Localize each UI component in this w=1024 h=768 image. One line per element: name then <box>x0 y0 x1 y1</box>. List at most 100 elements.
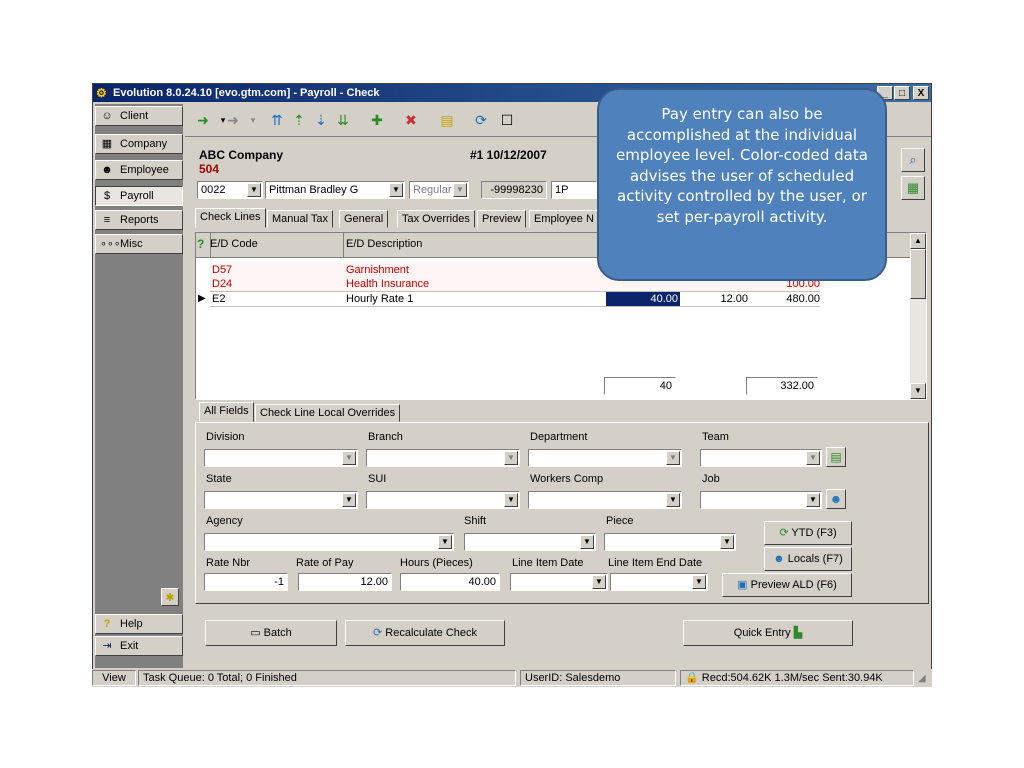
scroll-thumb[interactable] <box>910 249 926 299</box>
ed-description-cell[interactable]: Garnishment <box>346 263 409 277</box>
quick-entry-button[interactable]: Quick Entry ▙ <box>683 620 853 646</box>
chevron-down-icon[interactable]: ▼ <box>692 575 706 589</box>
sidebar-item-client[interactable]: ☺ Client <box>95 106 183 126</box>
scroll-up-icon[interactable]: ▲ <box>910 233 926 249</box>
locals-label: Locals (F7) <box>787 553 843 565</box>
hours-field[interactable]: 40.00 <box>400 573 500 591</box>
ed-description-cell[interactable]: Health Insurance <box>346 277 429 291</box>
state-select[interactable]: ▼ <box>204 491 358 509</box>
ed-description-cell[interactable]: Hourly Rate 1 <box>346 292 413 306</box>
scroll-down-icon[interactable]: ▼ <box>910 383 926 399</box>
insert-icon[interactable]: ✚ <box>367 110 387 130</box>
ed-code-cell[interactable]: E2 <box>212 292 225 306</box>
first-record-icon[interactable]: ⇈ <box>267 110 287 130</box>
agency-select[interactable]: ▼ <box>204 533 454 551</box>
next-record-icon[interactable]: ⇣ <box>311 110 331 130</box>
rate-cell[interactable]: 12.00 <box>684 292 748 306</box>
chevron-down-icon[interactable]: ▼ <box>453 183 467 197</box>
amount-cell[interactable]: 480.00 <box>750 292 820 306</box>
help-button[interactable]: ? Help <box>95 614 183 634</box>
dbdt-lookup-icon[interactable]: ▤ <box>826 447 846 467</box>
workers-comp-select[interactable]: ▼ <box>528 491 682 509</box>
sidebar-item-employee[interactable]: ☻ Employee <box>95 160 183 180</box>
grid-scrollbar[interactable]: ▲ ▼ <box>910 233 926 399</box>
chevron-down-icon[interactable]: ▼ <box>342 493 356 507</box>
tab-tax-overrides[interactable]: Tax Overrides <box>397 210 475 228</box>
resize-grip-icon[interactable]: ◢ <box>918 673 926 684</box>
chevron-down-icon[interactable]: ▼ <box>666 451 680 465</box>
lightbulb-icon[interactable]: ✱ <box>161 588 179 606</box>
sidebar-item-reports[interactable]: ≡ Reports <box>95 210 183 230</box>
tab-general[interactable]: General <box>339 210 389 228</box>
help-icon: ? <box>103 618 111 630</box>
delete-icon[interactable]: ✖ <box>401 110 421 130</box>
recalculate-check-button[interactable]: ⟳ Recalculate Check <box>345 620 505 646</box>
job-lookup-icon[interactable]: ☻ <box>826 489 846 509</box>
sidebar-item-payroll[interactable]: $ Payroll <box>95 186 183 206</box>
view-button[interactable]: View <box>92 670 136 686</box>
line-item-date-field[interactable]: ▼ <box>510 573 608 591</box>
check-type-select[interactable]: Regular ▼ <box>409 181 469 199</box>
chevron-down-icon[interactable]: ▼ <box>806 451 820 465</box>
search-icon[interactable]: ⌕ <box>901 148 925 172</box>
sidebar-item-company[interactable]: ▦ Company <box>95 134 183 154</box>
table-row[interactable]: ▶ E2 Hourly Rate 1 40.00 12.00 480.00 <box>198 291 820 307</box>
branch-select[interactable]: ▼ <box>366 449 520 467</box>
shift-select[interactable]: ▼ <box>464 533 596 551</box>
rate-of-pay-field[interactable]: 12.00 <box>298 573 392 591</box>
checkbox-icon[interactable]: ☐ <box>497 110 517 130</box>
employee-name-select[interactable]: Pittman Bradley G ▼ <box>265 181 405 199</box>
refresh-icon[interactable]: ⟳ <box>471 110 491 130</box>
tab-preview[interactable]: Preview <box>477 210 527 228</box>
ed-code-cell[interactable]: D24 <box>212 277 232 291</box>
chevron-down-icon[interactable]: ▼ <box>592 575 606 589</box>
column-header-ed-description[interactable]: E/D Description <box>346 238 422 250</box>
chevron-down-icon[interactable]: ▼ <box>389 183 403 197</box>
chevron-down-icon[interactable]: ▼ <box>720 535 734 549</box>
chevron-down-icon[interactable]: ▼ <box>806 493 820 507</box>
chevron-down-icon[interactable]: ▼ <box>666 493 680 507</box>
job-select[interactable]: ▼ <box>700 491 822 509</box>
post-record-icon[interactable]: ➜ <box>223 110 243 130</box>
maximize-button[interactable]: □ <box>894 86 910 100</box>
task-queue-status[interactable]: Task Queue: 0 Total; 0 Finished <box>138 670 516 686</box>
chevron-down-icon[interactable]: ▼ <box>247 183 261 197</box>
add-record-icon[interactable]: ➜ <box>193 110 213 130</box>
team-select[interactable]: ▼ <box>700 449 822 467</box>
chevron-down-icon[interactable]: ▼ <box>504 451 518 465</box>
sui-select[interactable]: ▼ <box>366 491 520 509</box>
rate-nbr-field[interactable]: -1 <box>204 573 288 591</box>
chevron-down-icon[interactable]: ▾ <box>243 110 263 130</box>
piece-select[interactable]: ▼ <box>604 533 736 551</box>
tab-check-lines[interactable]: Check Lines <box>195 208 266 228</box>
locals-button[interactable]: ☻ Locals (F7) <box>764 547 852 571</box>
save-icon[interactable]: ▤ <box>437 110 457 130</box>
line-item-end-date-field[interactable]: ▼ <box>610 573 708 591</box>
close-button[interactable]: X <box>913 86 929 100</box>
exit-button[interactable]: ⇥ Exit <box>95 636 183 656</box>
chevron-down-icon[interactable]: ▼ <box>504 493 518 507</box>
column-header-ed-code[interactable]: E/D Code <box>210 238 258 250</box>
hours-cell[interactable]: 40.00 <box>606 292 680 306</box>
check-number-field[interactable]: 1P <box>551 181 597 199</box>
preview-ald-button[interactable]: ▣ Preview ALD (F6) <box>722 573 852 597</box>
prior-record-icon[interactable]: ⇡ <box>289 110 309 130</box>
chevron-down-icon[interactable]: ▼ <box>342 451 356 465</box>
division-select[interactable]: ▼ <box>204 449 358 467</box>
tab-check-line-local-overrides[interactable]: Check Line Local Overrides <box>255 404 401 422</box>
department-select[interactable]: ▼ <box>528 449 682 467</box>
last-record-icon[interactable]: ⇊ <box>333 110 353 130</box>
tab-manual-tax[interactable]: Manual Tax <box>267 210 334 228</box>
ytd-button[interactable]: ⟳ YTD (F3) <box>764 521 852 545</box>
question-icon[interactable]: ? <box>197 237 204 251</box>
sidebar-item-misc[interactable]: ∘∘∘ Misc <box>95 234 183 254</box>
column-divider <box>343 233 344 257</box>
calculator-icon[interactable]: ▦ <box>901 176 925 200</box>
chevron-down-icon[interactable]: ▼ <box>580 535 594 549</box>
employee-id-select[interactable]: 0022 ▼ <box>197 181 263 199</box>
client-icon: ☺ <box>101 110 113 122</box>
tab-all-fields[interactable]: All Fields <box>199 402 254 422</box>
batch-button[interactable]: ▭ Batch <box>205 620 337 646</box>
chevron-down-icon[interactable]: ▼ <box>438 535 452 549</box>
ed-code-cell[interactable]: D57 <box>212 263 232 277</box>
